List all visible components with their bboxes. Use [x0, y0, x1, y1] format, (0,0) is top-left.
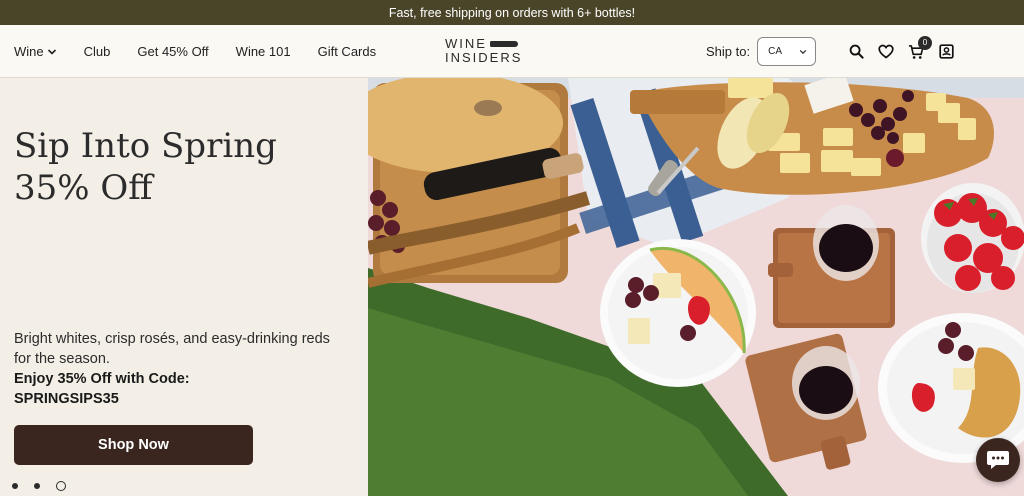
- brand-logo[interactable]: WINE INSIDERS: [445, 37, 525, 67]
- logo-line1: WINE: [445, 36, 487, 51]
- promo-code-line1: Enjoy 35% Off with Code:: [14, 371, 190, 387]
- ship-to-label: Ship to:: [706, 44, 751, 59]
- carousel-dot-1[interactable]: [12, 483, 18, 489]
- promo-text: Fast, free shipping on orders with 6+ bo…: [388, 5, 636, 20]
- ship-to-value: CA: [768, 46, 782, 57]
- nav-item-wine[interactable]: Wine: [14, 44, 57, 59]
- hero-title-line2: 35% Off: [14, 168, 153, 208]
- promo-code-text: Enjoy 35% Off with Code: SPRINGSIPS35: [14, 369, 344, 409]
- chat-button[interactable]: [976, 438, 1020, 482]
- chat-icon: [987, 451, 1009, 469]
- hero-content: Sip Into Spring 35% Off Bright whites, c…: [0, 78, 368, 496]
- ship-to: Ship to: CA: [706, 37, 817, 66]
- cart-count-badge: 0: [918, 35, 932, 50]
- promo-code-line2: SPRINGSIPS35: [14, 391, 119, 407]
- hero-image: [368, 78, 1024, 496]
- hero-title: Sip Into Spring 35% Off: [14, 125, 344, 209]
- nav-item-wine-101[interactable]: Wine 101: [236, 44, 291, 59]
- promo-banner: Fast, free shipping on orders with 6+ bo…: [0, 0, 1024, 25]
- search-icon[interactable]: [848, 44, 864, 60]
- chevron-down-icon: [47, 48, 56, 55]
- nav-item-label: Club: [83, 44, 111, 59]
- carousel-dot-2[interactable]: [34, 483, 40, 489]
- main-nav: Wine Club Get 45% Off Wine 101 Gift Card…: [14, 25, 376, 78]
- carousel-dots: [12, 481, 66, 491]
- site-header: Wine Club Get 45% Off Wine 101 Gift Card…: [0, 25, 1024, 78]
- carousel-dot-3-active[interactable]: [56, 481, 66, 491]
- nav-item-label: Gift Cards: [317, 44, 377, 59]
- nav-item-get-45-off[interactable]: Get 45% Off: [137, 44, 208, 59]
- ship-to-select[interactable]: CA: [757, 37, 817, 66]
- hero-title-line1: Sip Into Spring: [14, 126, 277, 166]
- nav-item-gift-cards[interactable]: Gift Cards: [318, 44, 377, 59]
- nav-item-label: Wine 101: [235, 44, 291, 59]
- nav-item-label: Get 45% Off: [137, 44, 209, 59]
- bottle-icon: [489, 41, 518, 47]
- header-icons: 0: [848, 25, 954, 78]
- hero-description: Bright whites, crisp rosés, and easy-dri…: [14, 331, 330, 367]
- shop-now-button[interactable]: Shop Now: [14, 425, 253, 465]
- picnic-illustration: [368, 78, 1024, 496]
- chevron-down-icon: [799, 49, 807, 54]
- nav-item-club[interactable]: Club: [84, 44, 111, 59]
- nav-item-label: Wine: [14, 44, 44, 59]
- account-icon[interactable]: [938, 44, 954, 60]
- heart-icon[interactable]: [878, 44, 894, 60]
- logo-line2: INSIDERS: [445, 50, 523, 65]
- cart-icon[interactable]: 0: [908, 35, 932, 60]
